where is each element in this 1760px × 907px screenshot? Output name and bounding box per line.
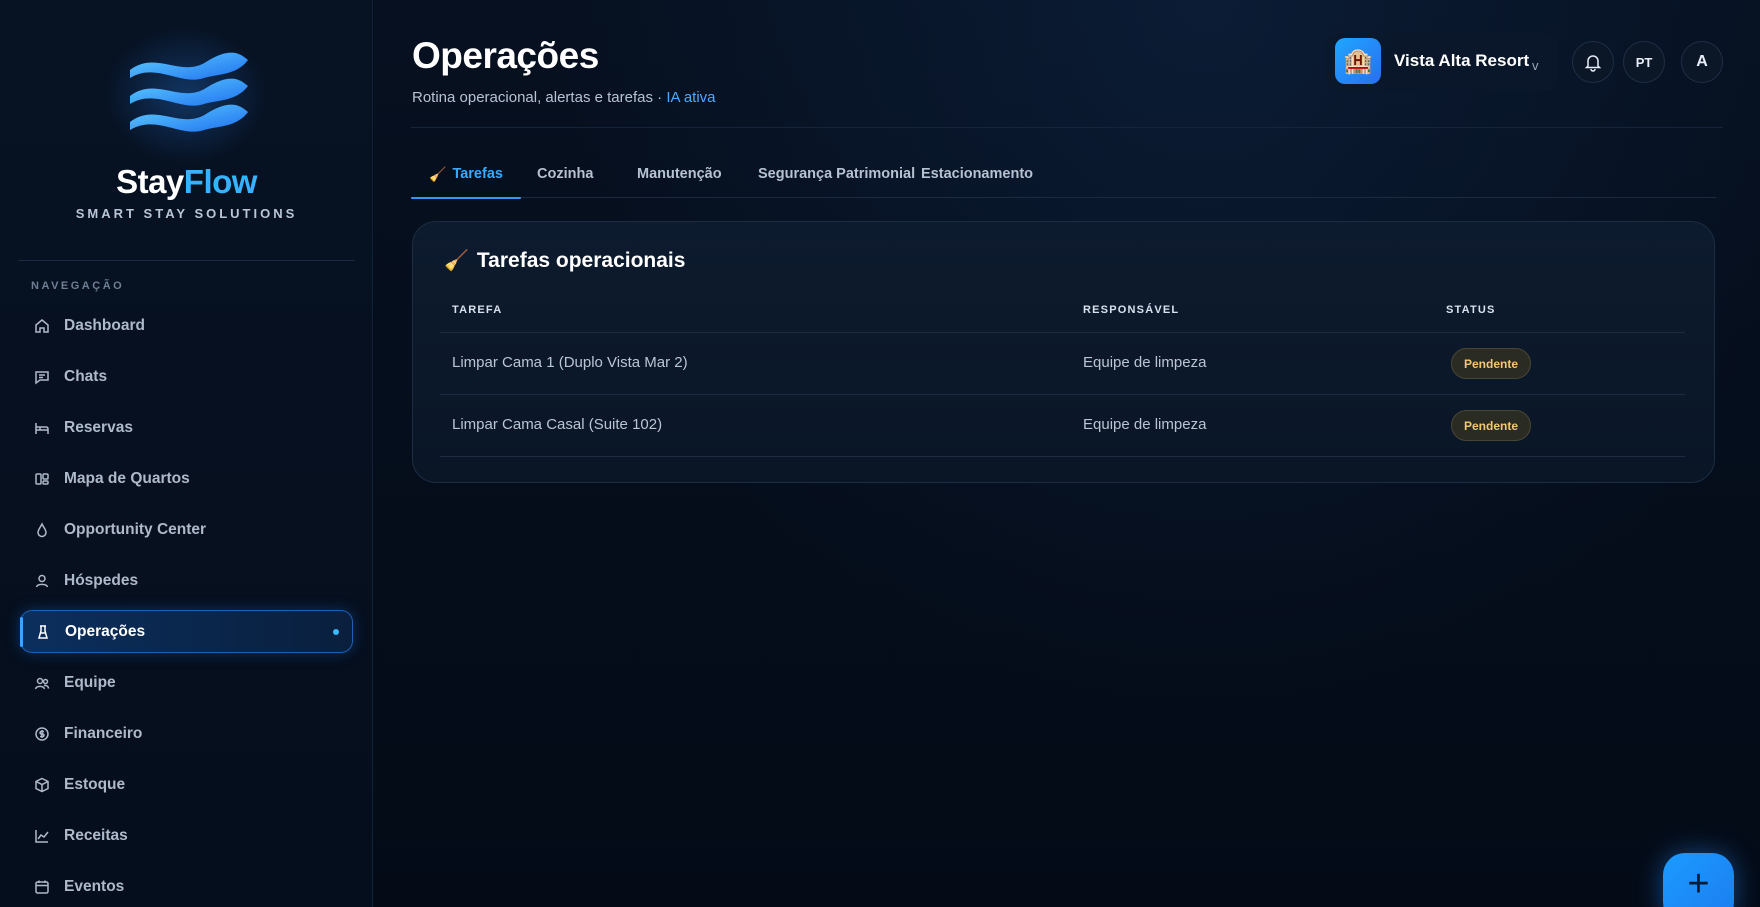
box-icon bbox=[35, 777, 49, 792]
page-title: Operações bbox=[412, 35, 599, 76]
page-subtitle: Rotina operacional, alertas e tarefas · … bbox=[412, 89, 716, 106]
sidebar-item-label: Estoque bbox=[64, 775, 126, 793]
sidebar: StayFlow SMART STAY SOLUTIONS NAVEGAÇÃO … bbox=[0, 0, 373, 907]
tab-label: Segurança Patrimonial bbox=[758, 166, 916, 182]
tab-estacionamento[interactable]: Estacionamento bbox=[921, 155, 1033, 198]
tab-label: Cozinha bbox=[537, 166, 594, 182]
sidebar-item-receitas[interactable]: Receitas bbox=[20, 814, 353, 857]
sidebar-item-reservas[interactable]: Reservas bbox=[20, 406, 353, 449]
sidebar-item-label: Hóspedes bbox=[64, 571, 139, 589]
sidebar-item-estoque[interactable]: Estoque bbox=[20, 763, 353, 806]
sidebar-item-label: Opportunity Center bbox=[64, 520, 207, 538]
chat-icon bbox=[35, 370, 49, 384]
sidebar-item-operacoes[interactable]: Operações bbox=[20, 610, 353, 653]
ai-status-label: IA ativa bbox=[666, 89, 716, 106]
broom-icon: 🧹 bbox=[444, 250, 469, 272]
sidebar-item-label: Mapa de Quartos bbox=[64, 469, 190, 487]
brand: StayFlow SMART STAY SOLUTIONS bbox=[0, 0, 373, 260]
nav-heading: NAVEGAÇÃO bbox=[31, 280, 125, 292]
active-indicator-dot bbox=[333, 629, 339, 635]
sidebar-item-label: Reservas bbox=[64, 418, 133, 436]
bell-icon bbox=[1584, 55, 1602, 72]
sidebar-item-financeiro[interactable]: Financeiro bbox=[20, 712, 353, 755]
layout-icon bbox=[35, 472, 49, 485]
drop-icon bbox=[37, 521, 47, 537]
task-name: Limpar Cama 1 (Duplo Vista Mar 2) bbox=[452, 354, 688, 371]
sidebar-item-chats[interactable]: Chats bbox=[20, 355, 353, 398]
sidebar-item-label: Operações bbox=[65, 622, 146, 640]
dollar-icon bbox=[35, 726, 49, 741]
sidebar-divider bbox=[18, 260, 355, 261]
notifications-button[interactable] bbox=[1572, 41, 1614, 83]
bed-icon bbox=[35, 422, 49, 434]
status-badge: Pendente bbox=[1451, 410, 1532, 441]
hotel-icon: 🏨 bbox=[1335, 38, 1381, 84]
sidebar-item-label: Receitas bbox=[64, 826, 128, 844]
task-name: Limpar Cama Casal (Suite 102) bbox=[452, 416, 663, 433]
home-icon bbox=[35, 318, 49, 333]
hotel-selector[interactable]: 🏨 Vista Alta Resort v bbox=[1326, 33, 1558, 91]
tab-label: Tarefas bbox=[452, 166, 503, 182]
users-icon bbox=[34, 677, 50, 689]
column-header-task: TAREFA bbox=[452, 304, 503, 316]
column-header-owner: RESPONSÁVEL bbox=[1083, 304, 1180, 316]
sidebar-item-mapa-de-quartos[interactable]: Mapa de Quartos bbox=[20, 457, 353, 500]
tab-cozinha[interactable]: Cozinha bbox=[537, 155, 593, 198]
card-title: 🧹 Tarefas operacionais bbox=[444, 248, 685, 273]
sidebar-item-dashboard[interactable]: Dashboard bbox=[20, 304, 353, 347]
tab-tarefas[interactable]: 🧹 Tarefas bbox=[411, 155, 521, 199]
table-row[interactable]: Limpar Cama 1 (Duplo Vista Mar 2) Equipe… bbox=[440, 333, 1685, 395]
main-content: Operações Rotina operacional, alertas e … bbox=[374, 0, 1760, 907]
language-button[interactable]: PT bbox=[1623, 41, 1665, 83]
calendar-icon bbox=[35, 880, 49, 894]
sidebar-item-hospedes[interactable]: Hóspedes bbox=[20, 559, 353, 602]
table-row[interactable]: Limpar Cama Casal (Suite 102) Equipe de … bbox=[440, 395, 1685, 457]
operations-tabs: 🧹 Tarefas Cozinha Manutenção Segurança P… bbox=[411, 155, 1716, 199]
sidebar-item-label: Dashboard bbox=[64, 316, 145, 334]
tasks-card: 🧹 Tarefas operacionais TAREFA RESPONSÁVE… bbox=[412, 221, 1715, 483]
sidebar-item-label: Equipe bbox=[64, 673, 116, 691]
waves-logo-icon bbox=[130, 52, 248, 132]
sidebar-item-equipe[interactable]: Equipe bbox=[20, 661, 353, 704]
page-subtitle-text: Rotina operacional, alertas e tarefas · bbox=[412, 89, 667, 106]
tool-icon bbox=[38, 624, 48, 639]
sidebar-item-label: Chats bbox=[64, 367, 108, 385]
brand-name-stay: Stay bbox=[116, 163, 184, 200]
status-badge: Pendente bbox=[1451, 348, 1532, 379]
chevron-down-icon: v bbox=[1532, 58, 1539, 73]
task-owner: Equipe de limpeza bbox=[1083, 416, 1207, 433]
sidebar-item-eventos[interactable]: Eventos bbox=[20, 865, 353, 907]
hotel-name: Vista Alta Resort bbox=[1394, 51, 1530, 70]
brand-tagline: SMART STAY SOLUTIONS bbox=[75, 206, 298, 221]
brand-name-flow: Flow bbox=[183, 163, 258, 200]
task-owner: Equipe de limpeza bbox=[1083, 354, 1207, 371]
card-title-text: Tarefas operacionais bbox=[476, 248, 686, 272]
add-button[interactable]: + bbox=[1663, 853, 1734, 907]
sidebar-item-label: Eventos bbox=[64, 877, 125, 895]
tab-seguranca-patrimonial[interactable]: Segurança Patrimonial bbox=[758, 155, 915, 198]
table-divider bbox=[440, 456, 1685, 457]
tab-label: Manutenção bbox=[637, 166, 722, 182]
sidebar-item-opportunity-center[interactable]: Opportunity Center bbox=[20, 508, 353, 551]
tab-manutencao[interactable]: Manutenção bbox=[637, 155, 722, 198]
sidebar-nav: Dashboard Chats Reservas Mapa de Quartos… bbox=[20, 304, 353, 907]
column-header-status: STATUS bbox=[1446, 304, 1496, 316]
user-avatar-button[interactable]: A bbox=[1681, 41, 1723, 83]
broom-icon: 🧹 bbox=[429, 166, 447, 182]
tab-label: Estacionamento bbox=[921, 166, 1033, 182]
chart-icon bbox=[35, 829, 49, 843]
user-icon bbox=[35, 574, 49, 587]
brand-name: StayFlow bbox=[0, 163, 373, 201]
sidebar-item-label: Financeiro bbox=[64, 724, 143, 742]
